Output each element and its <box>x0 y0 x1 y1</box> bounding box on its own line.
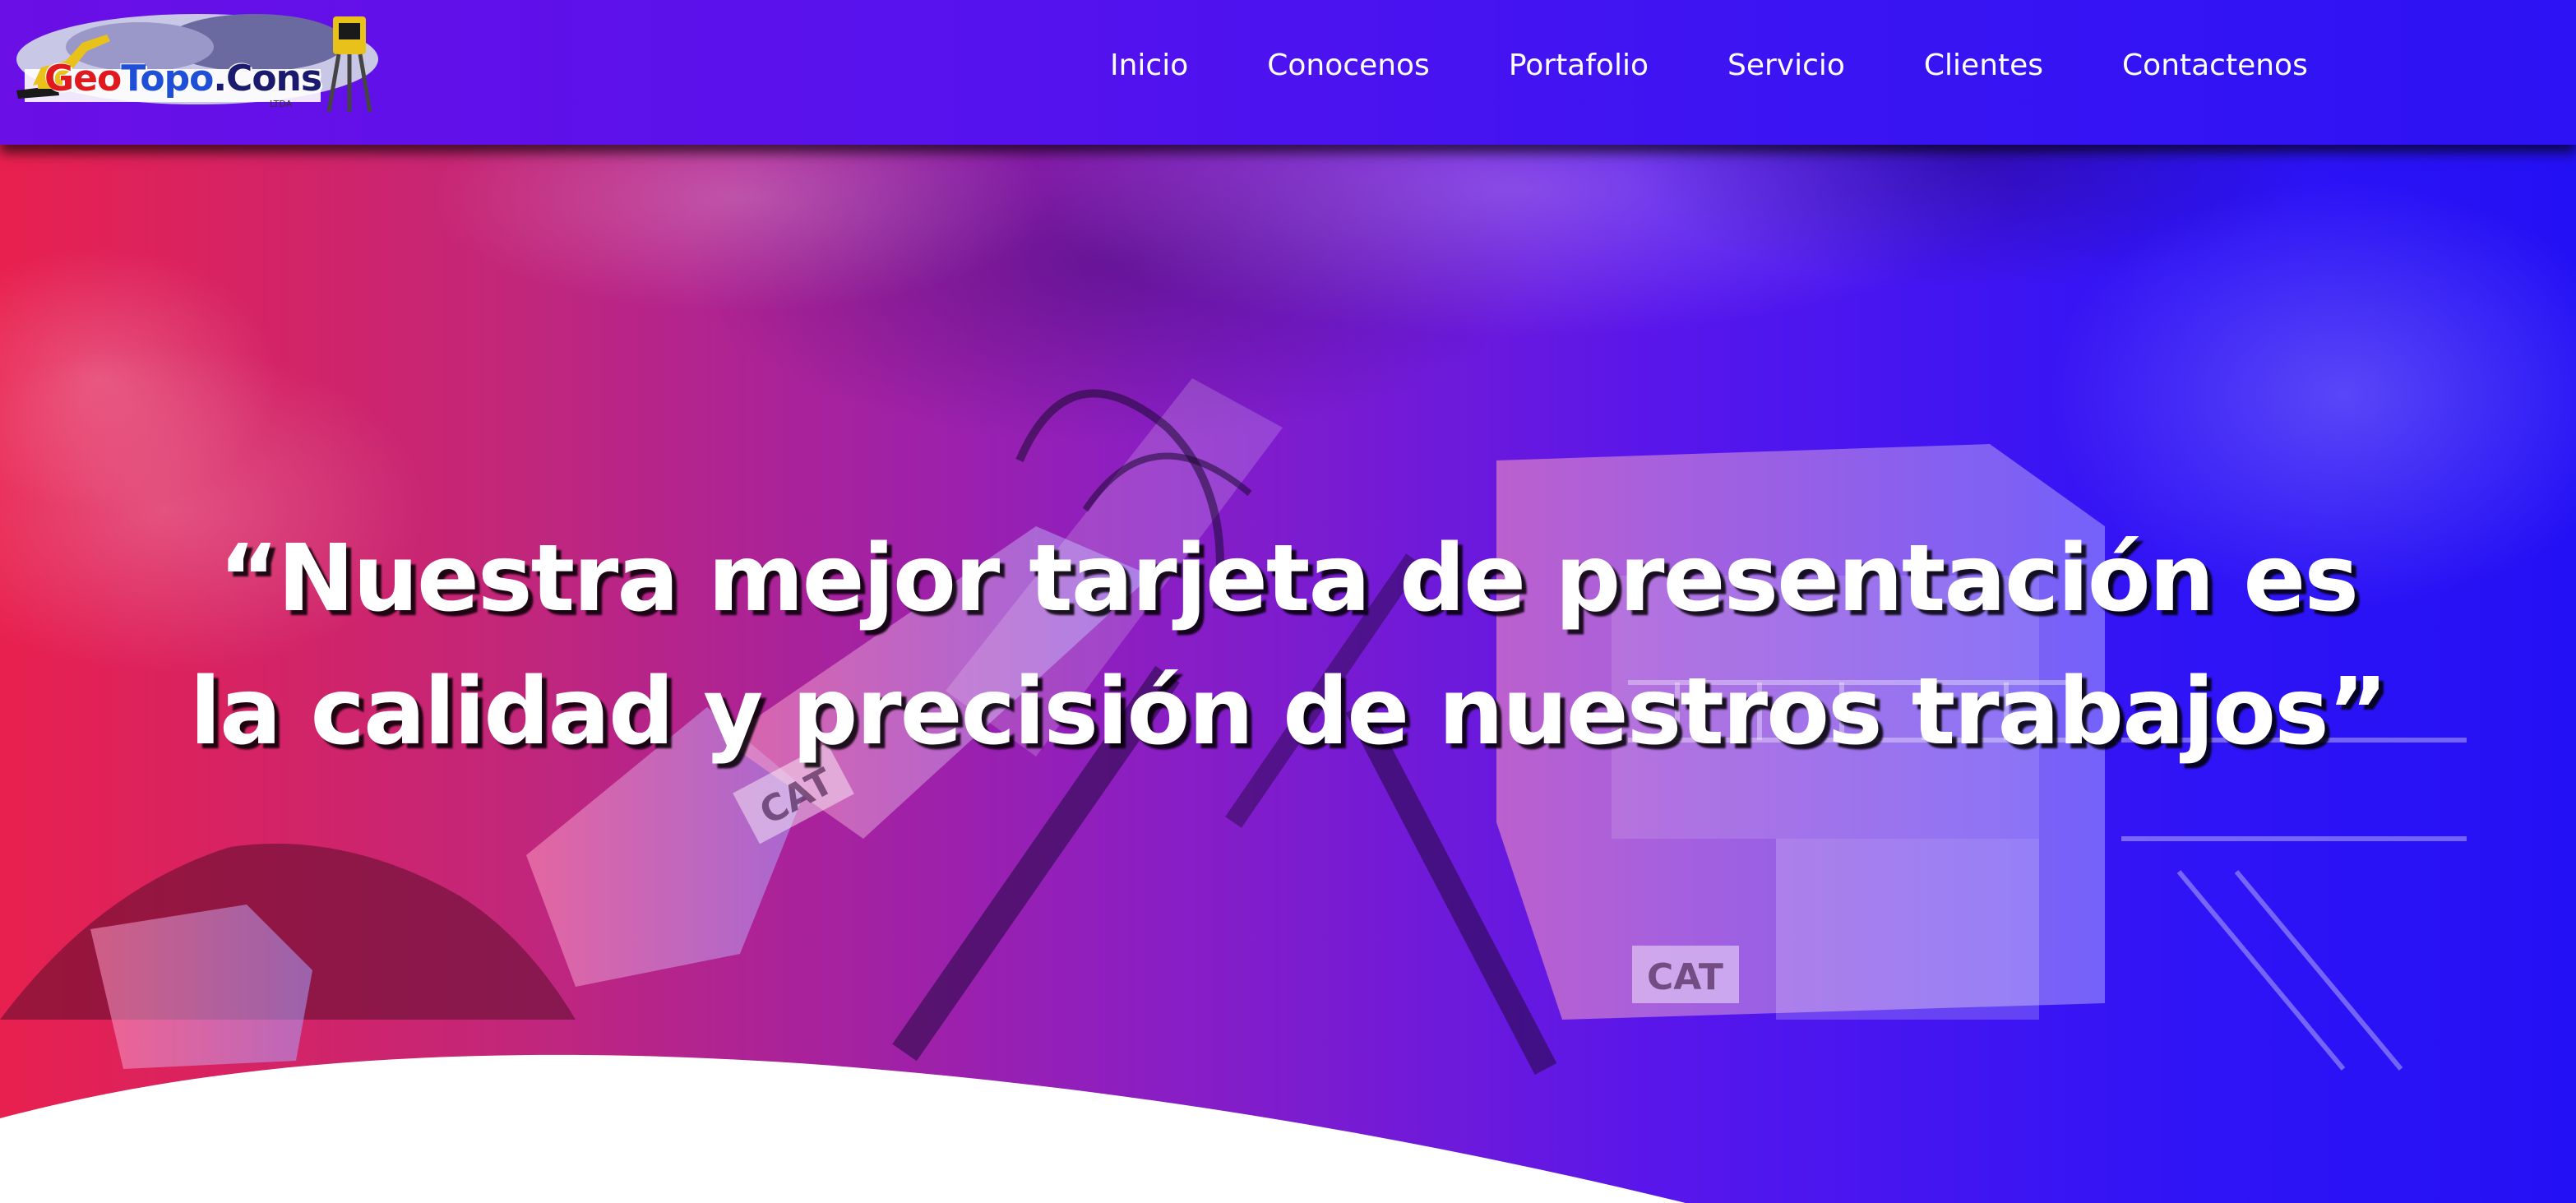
hero-quote-line-2: la calidad y precisión de nuestros traba… <box>189 659 2389 766</box>
nav-item-portafolio[interactable]: Portafolio <box>1509 43 1649 89</box>
brand-name-cons: .Cons <box>213 58 322 99</box>
brand-name: GeoTopo.Cons <box>44 58 322 99</box>
main-navigation: Inicio Conocenos Portafolio Servicio Cli… <box>1110 43 2308 89</box>
nav-item-conocenos[interactable]: Conocenos <box>1267 43 1430 89</box>
cat-badge-text: CAT <box>1647 956 1723 998</box>
hero-quote: “Nuestra mejor tarjeta de presentación e… <box>0 512 2576 779</box>
nav-item-clientes[interactable]: Clientes <box>1924 43 2043 89</box>
site-header: GeoTopo.Cons LTDA Inicio Conocenos Porta… <box>0 0 2576 145</box>
brand-logo[interactable]: GeoTopo.Cons LTDA <box>8 10 382 117</box>
page: CAT CAT GeoTopo.Cons LTDA Inicio Conocen… <box>0 0 2576 1203</box>
brand-name-topo: Topo <box>121 58 214 99</box>
brand-name-geo: Geo <box>44 58 122 99</box>
nav-item-contactenos[interactable]: Contactenos <box>2122 43 2308 89</box>
hero-quote-line-1: “Nuestra mejor tarjeta de presentación e… <box>218 525 2359 633</box>
brand-suffix: LTDA <box>270 99 293 109</box>
wave-divider <box>0 1054 1686 1203</box>
nav-item-servicio[interactable]: Servicio <box>1727 43 1845 89</box>
nav-item-inicio[interactable]: Inicio <box>1110 43 1188 89</box>
cat-logo-badge: CAT <box>1632 946 1739 1003</box>
